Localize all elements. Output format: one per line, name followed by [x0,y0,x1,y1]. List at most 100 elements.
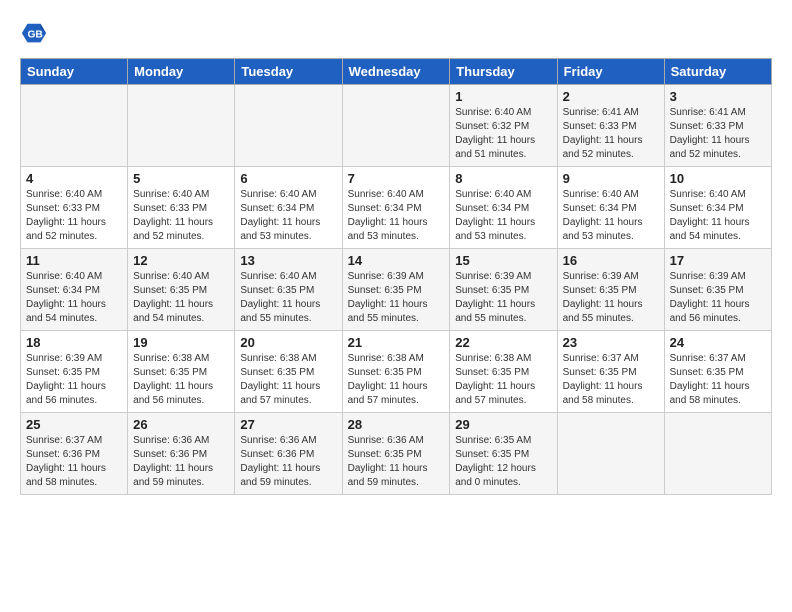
day-number: 7 [348,171,445,186]
calendar-cell: 21Sunrise: 6:38 AM Sunset: 6:35 PM Dayli… [342,331,450,413]
day-info: Sunrise: 6:40 AM Sunset: 6:32 PM Dayligh… [455,106,551,162]
day-number: 28 [348,417,445,432]
calendar-cell [664,413,771,495]
day-number: 4 [26,171,122,186]
day-info: Sunrise: 6:37 AM Sunset: 6:35 PM Dayligh… [563,352,659,408]
weekday-header-wednesday: Wednesday [342,59,450,85]
day-info: Sunrise: 6:38 AM Sunset: 6:35 PM Dayligh… [455,352,551,408]
day-number: 20 [240,335,336,350]
day-number: 12 [133,253,229,268]
page-header: GB [20,20,772,48]
weekday-header-tuesday: Tuesday [235,59,342,85]
calendar-cell: 16 Sunrise: 6:39 AM Sunset: 6:35 PM Dayli… [557,249,664,331]
day-number: 26 [133,417,229,432]
calendar-cell: 29 Sunrise: 6:35 AM Sunset: 6:35 PM Dayli… [450,413,557,495]
day-info: Sunrise: 6:36 AM Sunset: 6:36 PM Dayligh… [133,434,229,490]
calendar-body: 1 Sunrise: 6:40 AM Sunset: 6:32 PM Daylig… [21,85,772,495]
day-number: 13 [240,253,336,268]
day-number: 15 [455,253,551,268]
calendar-cell: 1 Sunrise: 6:40 AM Sunset: 6:32 PM Daylig… [450,85,557,167]
calendar-cell [557,413,664,495]
day-number: 5 [133,171,229,186]
calendar-table: SundayMondayTuesdayWednesdayThursdayFrid… [20,58,772,495]
day-info: Sunrise: 6:40 AM Sunset: 6:34 PM Dayligh… [240,188,336,244]
calendar-week-1: 4 Sunrise: 6:40 AM Sunset: 6:33 PM Daylig… [21,167,772,249]
day-number: 11 [26,253,122,268]
logo-icon: GB [20,20,48,48]
calendar-cell: 24Sunrise: 6:37 AM Sunset: 6:35 PM Dayli… [664,331,771,413]
day-info: Sunrise: 6:38 AM Sunset: 6:35 PM Dayligh… [133,352,229,408]
day-number: 8 [455,171,551,186]
day-info: Sunrise: 6:40 AM Sunset: 6:34 PM Dayligh… [26,270,122,326]
weekday-header-monday: Monday [128,59,235,85]
calendar-cell: 13 Sunrise: 6:40 AM Sunset: 6:35 PM Dayli… [235,249,342,331]
day-number: 2 [563,89,659,104]
svg-text:GB: GB [27,30,42,41]
day-number: 10 [670,171,766,186]
day-info: Sunrise: 6:39 AM Sunset: 6:35 PM Dayligh… [348,270,445,326]
day-info: Sunrise: 6:38 AM Sunset: 6:35 PM Dayligh… [240,352,336,408]
calendar-cell: 23 Sunrise: 6:37 AM Sunset: 6:35 PM Dayli… [557,331,664,413]
day-info: Sunrise: 6:40 AM Sunset: 6:33 PM Dayligh… [26,188,122,244]
weekday-header-friday: Friday [557,59,664,85]
day-number: 24 [670,335,766,350]
day-info: Sunrise: 6:38 AM Sunset: 6:35 PM Dayligh… [348,352,445,408]
day-info: Sunrise: 6:36 AM Sunset: 6:35 PM Dayligh… [348,434,445,490]
weekday-header-saturday: Saturday [664,59,771,85]
calendar-cell: 10 Sunrise: 6:40 AM Sunset: 6:34 PM Dayli… [664,167,771,249]
calendar-cell: 25 Sunrise: 6:37 AM Sunset: 6:36 PM Dayli… [21,413,128,495]
calendar-cell: 6 Sunrise: 6:40 AM Sunset: 6:34 PM Daylig… [235,167,342,249]
calendar-week-0: 1 Sunrise: 6:40 AM Sunset: 6:32 PM Daylig… [21,85,772,167]
day-info: Sunrise: 6:36 AM Sunset: 6:36 PM Dayligh… [240,434,336,490]
calendar-cell: 9 Sunrise: 6:40 AM Sunset: 6:34 PM Daylig… [557,167,664,249]
day-info: Sunrise: 6:41 AM Sunset: 6:33 PM Dayligh… [670,106,766,162]
day-info: Sunrise: 6:39 AM Sunset: 6:35 PM Dayligh… [563,270,659,326]
calendar-week-3: 18 Sunrise: 6:39 AM Sunset: 6:35 PM Dayli… [21,331,772,413]
calendar-cell: 7 Sunrise: 6:40 AM Sunset: 6:34 PM Daylig… [342,167,450,249]
day-number: 6 [240,171,336,186]
day-info: Sunrise: 6:37 AM Sunset: 6:36 PM Dayligh… [26,434,122,490]
day-number: 22 [455,335,551,350]
day-number: 23 [563,335,659,350]
calendar-cell: 4 Sunrise: 6:40 AM Sunset: 6:33 PM Daylig… [21,167,128,249]
calendar-cell: 14 Sunrise: 6:39 AM Sunset: 6:35 PM Dayli… [342,249,450,331]
logo: GB [20,20,52,48]
calendar-cell [235,85,342,167]
calendar-cell [21,85,128,167]
calendar-cell: 5 Sunrise: 6:40 AM Sunset: 6:33 PM Daylig… [128,167,235,249]
calendar-cell [342,85,450,167]
day-number: 29 [455,417,551,432]
day-number: 3 [670,89,766,104]
calendar-cell: 18 Sunrise: 6:39 AM Sunset: 6:35 PM Dayli… [21,331,128,413]
day-number: 27 [240,417,336,432]
day-info: Sunrise: 6:40 AM Sunset: 6:34 PM Dayligh… [455,188,551,244]
calendar-cell: 3 Sunrise: 6:41 AM Sunset: 6:33 PM Daylig… [664,85,771,167]
day-info: Sunrise: 6:39 AM Sunset: 6:35 PM Dayligh… [26,352,122,408]
calendar-cell: 22 Sunrise: 6:38 AM Sunset: 6:35 PM Dayli… [450,331,557,413]
calendar-week-4: 25 Sunrise: 6:37 AM Sunset: 6:36 PM Dayli… [21,413,772,495]
day-info: Sunrise: 6:35 AM Sunset: 6:35 PM Dayligh… [455,434,551,490]
day-info: Sunrise: 6:40 AM Sunset: 6:33 PM Dayligh… [133,188,229,244]
day-number: 25 [26,417,122,432]
calendar-cell: 26 Sunrise: 6:36 AM Sunset: 6:36 PM Dayli… [128,413,235,495]
day-info: Sunrise: 6:40 AM Sunset: 6:35 PM Dayligh… [240,270,336,326]
day-number: 17 [670,253,766,268]
day-info: Sunrise: 6:40 AM Sunset: 6:34 PM Dayligh… [348,188,445,244]
calendar-cell: 8 Sunrise: 6:40 AM Sunset: 6:34 PM Daylig… [450,167,557,249]
day-info: Sunrise: 6:40 AM Sunset: 6:34 PM Dayligh… [563,188,659,244]
day-number: 16 [563,253,659,268]
day-number: 18 [26,335,122,350]
calendar-cell: 15Sunrise: 6:39 AM Sunset: 6:35 PM Dayli… [450,249,557,331]
day-number: 19 [133,335,229,350]
day-info: Sunrise: 6:41 AM Sunset: 6:33 PM Dayligh… [563,106,659,162]
day-number: 1 [455,89,551,104]
calendar-header-row: SundayMondayTuesdayWednesdayThursdayFrid… [21,59,772,85]
calendar-cell [128,85,235,167]
weekday-header-thursday: Thursday [450,59,557,85]
day-info: Sunrise: 6:40 AM Sunset: 6:34 PM Dayligh… [670,188,766,244]
calendar-cell: 27 Sunrise: 6:36 AM Sunset: 6:36 PM Dayli… [235,413,342,495]
calendar-cell: 28 Sunrise: 6:36 AM Sunset: 6:35 PM Dayli… [342,413,450,495]
calendar-week-2: 11 Sunrise: 6:40 AM Sunset: 6:34 PM Dayli… [21,249,772,331]
day-number: 14 [348,253,445,268]
day-number: 9 [563,171,659,186]
